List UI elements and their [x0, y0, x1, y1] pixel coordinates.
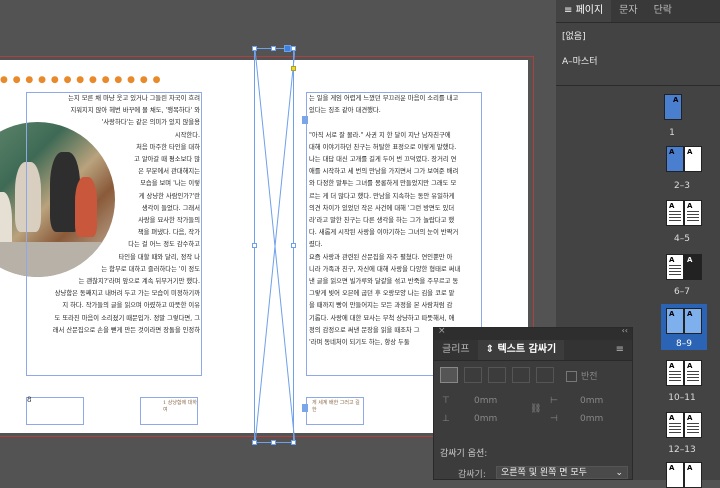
page-thumb-6[interactable]: A	[666, 254, 684, 280]
resize-handle-tr[interactable]	[291, 46, 296, 51]
right-footer-caption: 게 세계 배한 그러고 길 한	[312, 400, 360, 413]
left-footer-frame[interactable]: 1 상냥함에 대하여	[140, 397, 198, 425]
close-icon[interactable]: ×	[438, 326, 446, 336]
wrap-to-label: 감싸기:	[458, 470, 486, 480]
page-thumb-5[interactable]: A	[684, 200, 702, 226]
left-offset-icon: ⊢	[550, 396, 558, 406]
page-label-2-3: 2–3	[674, 181, 690, 191]
page-label-4-5: 4–5	[674, 234, 690, 244]
panel-titlebar[interactable]: × ‹‹	[434, 326, 632, 340]
resize-handle-bl[interactable]	[252, 440, 257, 445]
tab-paragraph[interactable]: 단락	[646, 0, 680, 22]
page-thumb-2[interactable]: A	[666, 146, 684, 172]
collapse-icon[interactable]: ‹‹	[622, 326, 628, 335]
page-thumb-12[interactable]: A	[666, 412, 684, 438]
wrap-options-heading: 감싸기 옵션:	[440, 449, 488, 459]
link-offsets-icon[interactable]: ⛓	[530, 404, 541, 414]
jump-object-icon[interactable]	[512, 367, 530, 383]
corner-options-handle[interactable]	[291, 66, 296, 71]
left-body-text: 는지 모른 채 마냥 웃고 있거나 그들린 자국이 흐려 지워지지 않아 헤번 …	[52, 95, 200, 334]
page-thumb-3[interactable]: A	[684, 146, 702, 172]
resize-handle-ml[interactable]	[252, 243, 257, 248]
page-thumb-8[interactable]: A	[666, 308, 684, 334]
frame-out-port[interactable]	[302, 404, 308, 412]
wrap-to-select[interactable]: 오른쪽 및 왼쪽 면 모두 ⌄	[496, 466, 628, 479]
jump-next-column-icon[interactable]	[536, 367, 554, 383]
no-wrap-icon[interactable]	[440, 367, 458, 383]
text-wrap-panel: × ‹‹ 글리프 ⇕ 텍스트 감싸기 ≡ 반전 ⊤ 0mm ⊥ 0mm ⛓ ⊢ …	[433, 326, 633, 480]
panel-menu-icon[interactable]: ≡	[608, 340, 632, 360]
wrap-mode-buttons: 반전	[434, 361, 632, 389]
invert-checkbox[interactable]: 반전	[566, 369, 598, 382]
page-thumb-14[interactable]: A	[666, 462, 684, 488]
top-offset-field[interactable]: 0mm	[474, 396, 497, 406]
page-number-left: 8	[27, 396, 32, 404]
pages-panel-tabs: ≡ 페이지 문자 단락	[556, 0, 720, 23]
top-offset-icon: ⊤	[442, 396, 450, 406]
page-label-1: 1	[669, 128, 675, 138]
left-offset-field[interactable]: 0mm	[580, 396, 603, 406]
resize-handle-br[interactable]	[291, 440, 296, 445]
wrap-bounding-box-icon[interactable]	[464, 367, 482, 383]
tab-glyphs[interactable]: 글리프	[434, 340, 478, 360]
bottom-offset-icon: ⊥	[442, 414, 450, 424]
chevron-down-icon: ⌄	[615, 468, 623, 478]
selected-graphic-frame[interactable]	[254, 48, 295, 444]
page-thumb-7[interactable]: A	[684, 254, 702, 280]
tab-pages[interactable]: ≡ 페이지	[556, 0, 612, 22]
resize-handle-bm[interactable]	[271, 440, 276, 445]
tab-character[interactable]: 문자	[611, 0, 645, 22]
content-grabber-handle[interactable]	[284, 45, 291, 52]
left-footer-caption: 1 상냥함에 대하여	[163, 400, 197, 413]
orange-dot-row: ● ● ● ● ● ● ● ● ● ● ● ● ●	[0, 75, 162, 85]
page-label-10-11: 10–11	[668, 393, 696, 403]
right-footer-frame[interactable]: 게 세계 배한 그러고 길 한	[306, 397, 364, 425]
resize-handle-tm[interactable]	[271, 46, 276, 51]
text-wrap-tabs: 글리프 ⇕ 텍스트 감싸기 ≡	[434, 340, 632, 361]
resize-handle-tl[interactable]	[252, 46, 257, 51]
frame-in-port[interactable]	[302, 116, 308, 124]
page-thumb-13[interactable]: A	[684, 412, 702, 438]
master-none-item[interactable]: [없음]	[556, 29, 720, 42]
page-thumb-15[interactable]: A	[684, 462, 702, 488]
resize-handle-mr[interactable]	[291, 243, 296, 248]
bottom-offset-field[interactable]: 0mm	[474, 414, 497, 424]
page-thumb-10[interactable]: A	[666, 360, 684, 386]
page-thumb-1[interactable]: A	[664, 94, 682, 120]
master-a-item[interactable]: A–마스터	[556, 54, 720, 67]
page-label-12-13: 12–13	[668, 445, 696, 455]
tab-text-wrap[interactable]: ⇕ 텍스트 감싸기	[477, 340, 565, 360]
page-thumb-9[interactable]: A	[684, 308, 702, 334]
right-offset-icon: ⊣	[550, 414, 558, 424]
page-label-6-7: 6–7	[674, 287, 690, 297]
right-offset-field[interactable]: 0mm	[580, 414, 603, 424]
left-folio-frame[interactable]: 8	[26, 396, 84, 425]
page-thumb-4[interactable]: A	[666, 200, 684, 226]
master-separator	[556, 85, 720, 86]
page-thumb-11[interactable]: A	[684, 360, 702, 386]
wrap-object-shape-icon[interactable]	[488, 367, 506, 383]
page-label-8-9: 8–9	[676, 339, 692, 349]
